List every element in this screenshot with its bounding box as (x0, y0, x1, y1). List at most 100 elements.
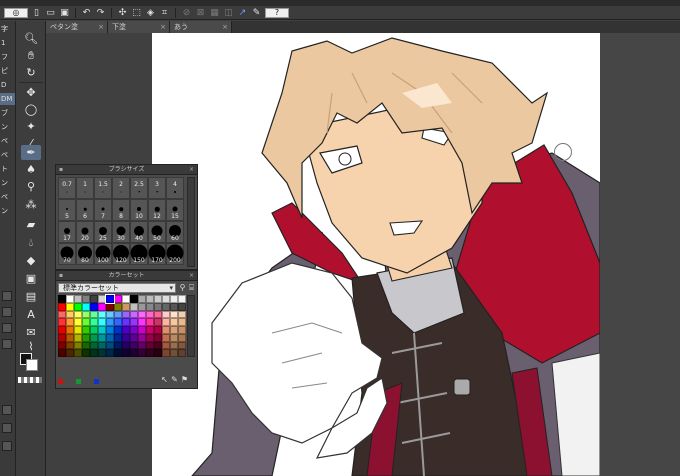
settings-icon[interactable]: ⌸ (187, 283, 196, 293)
color-swatch[interactable] (98, 302, 106, 311)
fill-icon[interactable]: ◆ (21, 253, 41, 268)
redo-icon[interactable]: ↷ (95, 8, 106, 18)
color-swatch[interactable] (170, 310, 178, 319)
color-swatch[interactable] (170, 349, 178, 357)
brush-size-option[interactable]: 1.5 (94, 177, 112, 199)
color-swatch[interactable] (114, 318, 122, 326)
property-slider[interactable] (2, 405, 12, 415)
brush-size-option[interactable]: 80 (76, 243, 94, 265)
color-swatch[interactable] (138, 326, 146, 334)
color-swatch[interactable] (58, 349, 66, 357)
color-swatch[interactable] (90, 341, 98, 350)
color-swatch[interactable] (130, 341, 138, 350)
color-swatch[interactable] (138, 310, 146, 319)
color-swatch[interactable] (178, 295, 186, 303)
brush-size-option[interactable]: 30 (112, 221, 130, 243)
tab-document-1[interactable]: ペタン塗 × (46, 21, 108, 33)
brush-size-option[interactable]: 8 (112, 199, 130, 221)
color-swatch[interactable] (170, 302, 178, 311)
color-set-dropdown[interactable]: 標準カラーセット ▾ (58, 283, 176, 293)
grid-icon[interactable]: ▦ (209, 8, 220, 18)
sub-tool-item[interactable]: ン (0, 205, 15, 217)
color-swatch[interactable] (170, 326, 178, 334)
color-swatch[interactable] (74, 318, 82, 326)
color-swatch[interactable] (74, 349, 82, 357)
color-swatch[interactable] (98, 333, 106, 342)
lasso-icon[interactable]: ◯ (21, 102, 41, 117)
color-swatch[interactable] (138, 295, 146, 303)
property-slider[interactable] (2, 323, 12, 333)
color-swatch[interactable] (58, 318, 66, 326)
color-swatch[interactable] (162, 333, 170, 342)
color-swatch[interactable] (74, 310, 82, 319)
color-swatch[interactable] (74, 295, 82, 303)
color-swatch[interactable] (162, 295, 170, 303)
panel-header[interactable]: ▪ ブラシサイズ × (56, 165, 197, 175)
color-swatch[interactable] (114, 341, 122, 350)
color-swatch[interactable] (162, 326, 170, 334)
color-swatch[interactable] (90, 310, 98, 319)
tab-document-2[interactable]: 下塗 × (108, 21, 170, 33)
color-swatch[interactable] (90, 295, 98, 303)
color-swatch[interactable] (170, 295, 178, 303)
color-swatch[interactable] (122, 349, 130, 357)
color-swatch[interactable] (66, 318, 74, 326)
brush-size-option[interactable]: 10 (130, 199, 148, 221)
color-swatch[interactable] (154, 302, 162, 311)
color-swatch[interactable] (162, 341, 170, 350)
color-swatch[interactable] (146, 302, 154, 311)
brush-size-option[interactable]: 120 (112, 243, 130, 265)
color-swatch[interactable] (162, 349, 170, 357)
color-swatch[interactable] (162, 302, 170, 311)
recent-color-swatch[interactable] (94, 379, 99, 384)
color-swatch[interactable] (66, 341, 74, 350)
color-swatch[interactable] (162, 318, 170, 326)
color-swatch[interactable] (122, 295, 130, 303)
sub-tool-item[interactable]: ン (0, 177, 15, 189)
brush-size-option[interactable]: 50 (148, 221, 166, 243)
close-icon[interactable]: × (189, 271, 194, 281)
replace-color-icon[interactable]: ✎ (170, 375, 179, 384)
color-swatch[interactable] (122, 302, 130, 311)
color-swatch[interactable] (122, 326, 130, 334)
scrollbar[interactable] (187, 295, 195, 357)
logo-icon[interactable]: ◎ (4, 7, 28, 18)
color-swatch[interactable] (106, 349, 114, 357)
color-swatch[interactable] (98, 341, 106, 350)
transform-icon[interactable]: ✣ (117, 8, 128, 18)
color-swatch[interactable] (114, 310, 122, 319)
color-swatch[interactable] (74, 326, 82, 334)
color-swatch[interactable] (74, 302, 82, 311)
color-swatch[interactable] (90, 302, 98, 311)
color-swatch[interactable] (178, 349, 186, 357)
help-icon[interactable]: ? (265, 7, 289, 18)
color-swatch[interactable] (82, 333, 90, 342)
figure-icon[interactable]: ▤ (21, 289, 41, 304)
brush-size-option[interactable]: 150 (130, 243, 148, 265)
color-swatch[interactable] (114, 326, 122, 334)
color-swatch[interactable] (146, 310, 154, 319)
zoom-icon[interactable]: 🔍︎ (21, 31, 41, 46)
color-swatch[interactable] (58, 302, 66, 311)
brush-size-option[interactable]: 12 (148, 199, 166, 221)
crop-icon[interactable]: ⌗ (159, 8, 170, 18)
color-swatch[interactable] (154, 310, 162, 319)
correct-line-icon[interactable]: ⌇ (21, 339, 41, 354)
sub-tool-item[interactable]: ペ (0, 191, 15, 203)
color-swatch[interactable] (178, 302, 186, 311)
add-color-icon[interactable]: ↖ (160, 375, 169, 384)
color-swatch[interactable] (82, 295, 90, 303)
text-icon[interactable]: A (21, 307, 41, 322)
snap-icon[interactable]: ⊘ (181, 8, 192, 18)
color-swatch[interactable] (130, 310, 138, 319)
color-swatch[interactable] (130, 318, 138, 326)
color-swatch[interactable] (74, 341, 82, 350)
color-swatch[interactable] (106, 333, 114, 342)
close-icon[interactable]: × (222, 21, 228, 33)
color-swatch[interactable] (90, 333, 98, 342)
brush-size-option[interactable]: 40 (130, 221, 148, 243)
color-swatch[interactable] (170, 318, 178, 326)
pen-icon[interactable]: ✒ (21, 145, 41, 160)
sub-tool-item[interactable]: ペ (0, 135, 15, 147)
color-swatch[interactable] (82, 310, 90, 319)
